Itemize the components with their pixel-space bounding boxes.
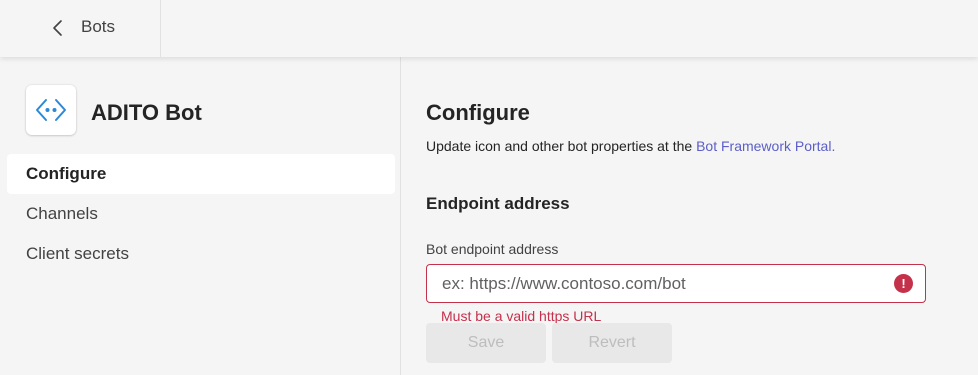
- save-button[interactable]: Save: [426, 323, 546, 363]
- sidebar-item-configure[interactable]: Configure: [7, 154, 395, 194]
- sidebar-item-label: Configure: [26, 164, 107, 183]
- sidebar-item-label: Channels: [26, 204, 98, 223]
- chevron-left-icon: [53, 20, 62, 36]
- bot-sidebar: ADITO Bot Configure Channels Client secr…: [0, 57, 401, 375]
- endpoint-field-label: Bot endpoint address: [426, 241, 559, 257]
- sidebar-item-channels[interactable]: Channels: [7, 194, 395, 234]
- description-prefix: Update icon and other bot properties at …: [426, 138, 697, 154]
- bot-logo: [26, 85, 76, 135]
- endpoint-address-input[interactable]: [427, 265, 887, 302]
- bot-name: ADITO Bot: [91, 100, 202, 125]
- bot-code-icon: [36, 99, 66, 121]
- back-label: Bots: [81, 17, 116, 36]
- back-button[interactable]: Bots: [0, 0, 161, 57]
- top-bar: Bots: [0, 0, 978, 57]
- revert-button[interactable]: Revert: [552, 323, 672, 363]
- configure-panel: Configure Update icon and other bot prop…: [402, 57, 978, 375]
- endpoint-field-container: !: [426, 264, 926, 303]
- sidebar-item-client-secrets[interactable]: Client secrets: [7, 234, 395, 274]
- sidebar-item-label: Client secrets: [26, 244, 129, 263]
- page-title: Configure: [426, 100, 530, 125]
- bot-framework-portal-link[interactable]: Bot Framework Portal.: [696, 138, 835, 154]
- endpoint-heading: Endpoint address: [426, 194, 570, 213]
- description-text: Update icon and other bot properties at …: [426, 138, 835, 154]
- error-message: Must be a valid https URL: [441, 308, 602, 324]
- error-icon: !: [894, 274, 913, 293]
